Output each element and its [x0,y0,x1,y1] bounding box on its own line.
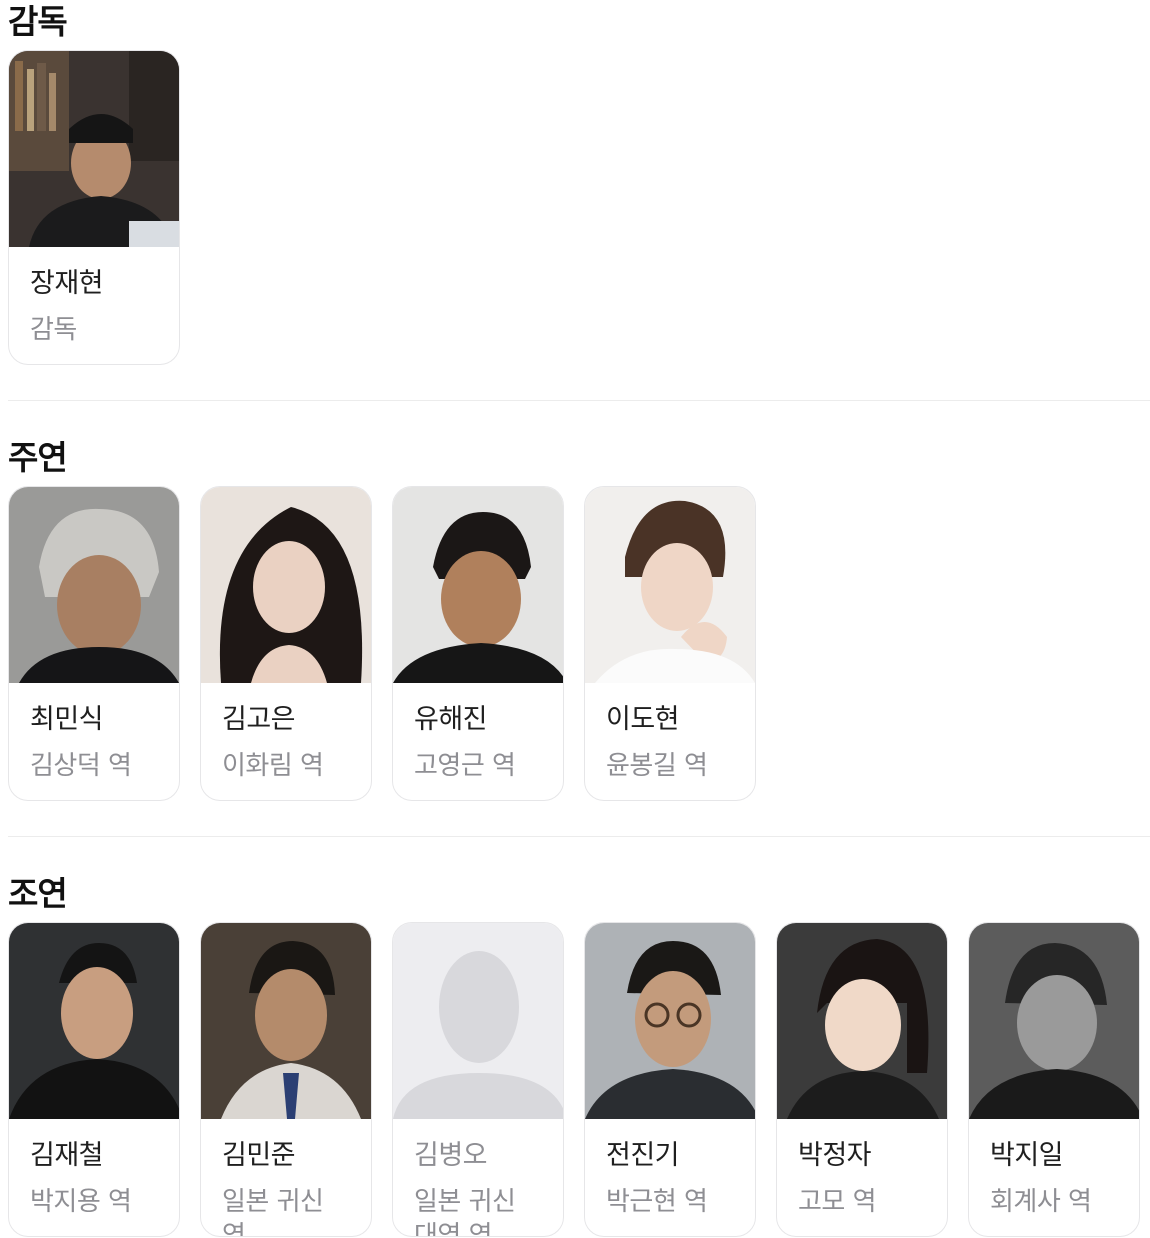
person-name: 김재철 [30,1140,104,1171]
person-name: 박정자 [798,1140,872,1171]
person-name: 최민식 [30,704,104,735]
actor-photo [777,923,947,1119]
actor-photo [393,487,563,683]
person-role: 윤봉길 역 [606,751,708,781]
cast-crew-page: 감독 장재현 감독 주연 최민식 김상덕 역 김고은 이화림 역 유해진 고영근… [0,0,1150,1238]
person-list: 김재철 박지용 역 김민준 일본 귀신 역 김병오 일본 귀신 대역 역 전진기… [8,922,1150,1238]
person-name: 박지일 [990,1140,1064,1171]
actor-photo [201,487,371,683]
person-card[interactable]: 유해진 고영근 역 [392,486,564,801]
person-role: 고영근 역 [414,751,516,781]
person-role: 박근현 역 [606,1187,708,1217]
person-name: 이도현 [606,704,680,735]
section-title: 조연 [8,874,68,913]
person-list: 최민식 김상덕 역 김고은 이화림 역 유해진 고영근 역 이도현 윤봉길 역 [8,486,1150,816]
actor-photo [9,487,179,683]
actor-photo [585,487,755,683]
section-title: 주연 [8,438,68,477]
section-title: 감독 [8,2,68,41]
actor-photo [201,923,371,1119]
section-divider [8,836,1150,837]
person-name: 김민준 [222,1140,296,1171]
person-name: 유해진 [414,704,488,735]
person-name: 김고은 [222,704,296,735]
person-card[interactable]: 최민식 김상덕 역 [8,486,180,801]
actor-photo [9,923,179,1119]
actor-photo [969,923,1139,1119]
section-divider [8,400,1150,401]
person-card[interactable]: 김고은 이화림 역 [200,486,372,801]
person-name: 전진기 [606,1140,680,1171]
person-name: 장재현 [30,268,104,299]
person-name: 김병오 [414,1140,488,1171]
person-placeholder-icon [393,923,563,1119]
director-photo [9,51,179,247]
actor-photo [585,923,755,1119]
person-role: 고모 역 [798,1187,877,1217]
person-role: 이화림 역 [222,751,324,781]
person-card[interactable]: 장재현 감독 [8,50,180,365]
person-role: 일본 귀신 역 [222,1187,324,1237]
person-role: 김상덕 역 [30,751,132,781]
person-role: 감독 [30,315,77,345]
person-card[interactable]: 김민준 일본 귀신 역 [200,922,372,1237]
person-card[interactable]: 이도현 윤봉길 역 [584,486,756,801]
person-card[interactable]: 김병오 일본 귀신 대역 역 [392,922,564,1237]
person-role: 회계사 역 [990,1187,1092,1217]
person-role: 일본 귀신 대역 역 [414,1187,516,1237]
person-card[interactable]: 박정자 고모 역 [776,922,948,1237]
person-card[interactable]: 김재철 박지용 역 [8,922,180,1237]
person-card[interactable]: 전진기 박근현 역 [584,922,756,1237]
person-list: 장재현 감독 [8,50,1150,380]
person-card[interactable]: 박지일 회계사 역 [968,922,1140,1237]
person-role: 박지용 역 [30,1187,132,1217]
